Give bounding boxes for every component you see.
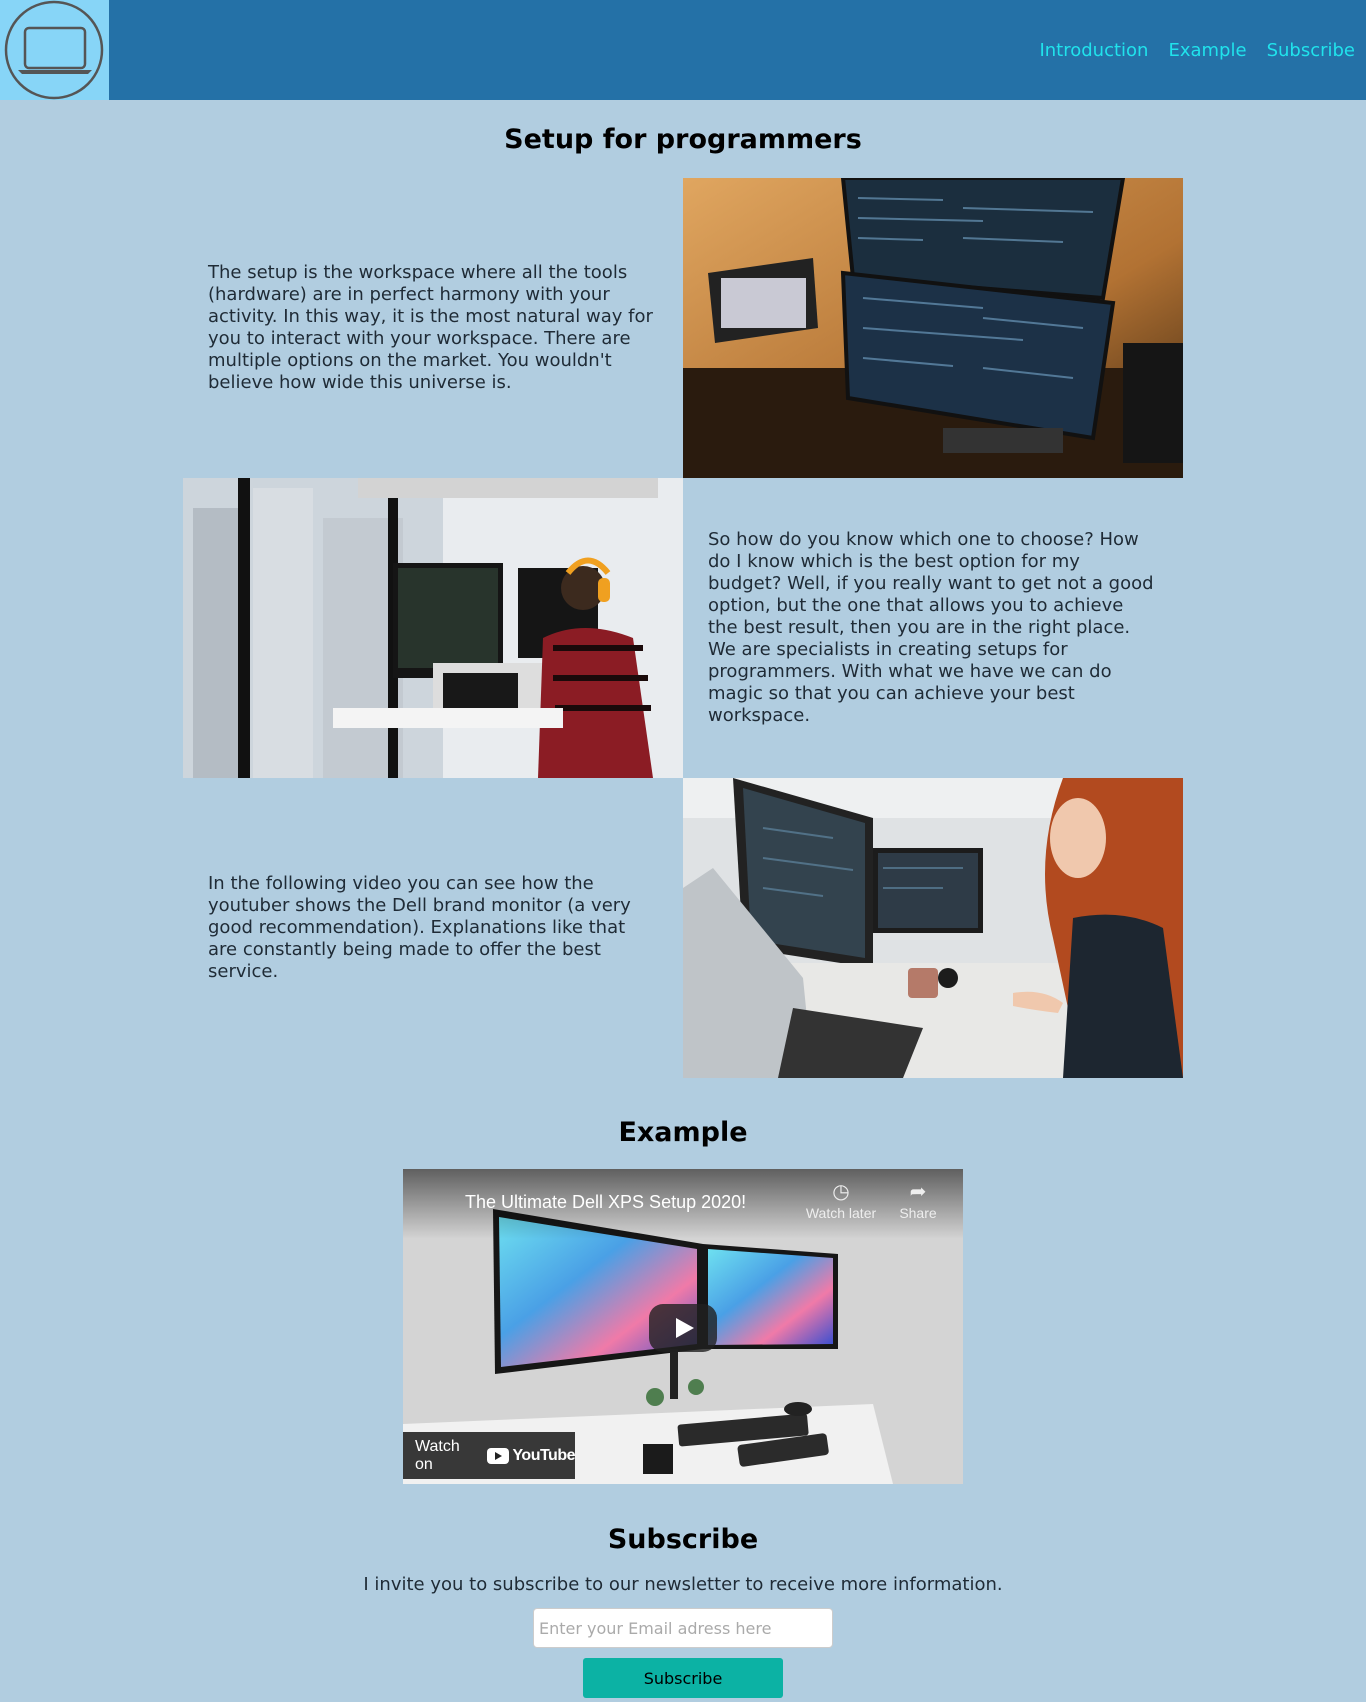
subscribe-title: Subscribe	[607, 1524, 759, 1555]
nav-bar: Introduction Example Subscribe	[1039, 0, 1366, 100]
setup-photo-monitors	[683, 178, 1183, 478]
feature-text: The setup is the workspace where all the…	[208, 262, 653, 393]
video-title[interactable]: The Ultimate Dell XPS Setup 2020!	[465, 1192, 746, 1213]
youtube-logo: YouTube	[487, 1447, 575, 1465]
laptop-icon	[4, 0, 104, 100]
youtube-video-embed[interactable]: The Ultimate Dell XPS Setup 2020! ◷ Watc…	[403, 1169, 963, 1484]
setup-photo-window-desk	[183, 478, 683, 778]
feature-row: The setup is the workspace where all the…	[183, 178, 1183, 478]
subscribe-description: I invite you to subscribe to our newslet…	[363, 1574, 1003, 1595]
nav-link-example[interactable]: Example	[1168, 40, 1246, 61]
share-label: Share	[899, 1205, 937, 1221]
setup-photo-office	[683, 778, 1183, 1078]
youtube-brand: YouTube	[512, 1446, 575, 1464]
watch-later-button[interactable]: ◷ Watch later	[801, 1179, 881, 1221]
share-button[interactable]: ➦ Share	[878, 1179, 958, 1221]
feature-text: In the following video you can see how t…	[208, 873, 631, 982]
example-title: Example	[618, 1117, 748, 1148]
share-icon: ➦	[909, 1181, 927, 1203]
nav-link-introduction[interactable]: Introduction	[1039, 40, 1148, 61]
clock-icon: ◷	[832, 1181, 850, 1203]
feature-row: In the following video you can see how t…	[183, 778, 1183, 1078]
watch-on-label: Watch on	[415, 1437, 460, 1473]
watch-later-label: Watch later	[805, 1205, 877, 1221]
play-icon[interactable]	[649, 1304, 717, 1352]
site-header: Introduction Example Subscribe	[0, 0, 1366, 100]
youtube-play-icon	[487, 1447, 510, 1464]
feature-row: So how do you know which one to choose? …	[183, 478, 1183, 778]
nav-link-subscribe[interactable]: Subscribe	[1267, 40, 1355, 61]
page-title: Setup for programmers	[504, 124, 862, 155]
feature-text: So how do you know which one to choose? …	[708, 529, 1154, 726]
email-input[interactable]	[533, 1608, 833, 1648]
logo[interactable]	[0, 0, 109, 100]
subscribe-button[interactable]: Subscribe	[583, 1658, 783, 1698]
watch-on-youtube-button[interactable]: Watch on YouTube	[403, 1432, 575, 1479]
